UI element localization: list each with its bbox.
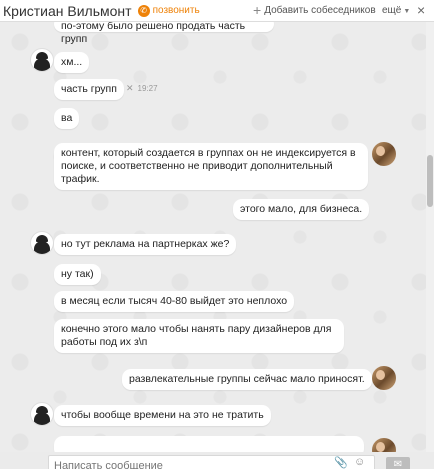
delete-icon[interactable]: ✕ bbox=[126, 83, 134, 94]
contact-name[interactable]: Кристиан Вильмонт bbox=[3, 3, 132, 19]
more-menu[interactable]: ещё ▼ bbox=[382, 5, 410, 16]
message: в месяц если тысяч 40-80 выйдет это непл… bbox=[54, 291, 295, 312]
message-list[interactable]: по-этому было решено продать часть групп… bbox=[0, 22, 426, 452]
add-participants-label: Добавить собеседников bbox=[264, 4, 376, 16]
chat-header: Кристиан Вильмонт ✆ позвонить + Добавить… bbox=[0, 0, 434, 22]
message: ва bbox=[54, 108, 80, 129]
avatar[interactable] bbox=[30, 231, 54, 255]
message-text: в месяц если тысяч 40-80 выйдет это непл… bbox=[61, 295, 288, 307]
message-text: развлекательные группы сейчас мало прино… bbox=[129, 373, 365, 385]
message: чтобы вообще времени на это не тратить bbox=[54, 405, 271, 426]
message-meta: ✕ 19:27 bbox=[126, 83, 158, 94]
message: по-этому было решено продать часть групп bbox=[54, 22, 274, 45]
message-text: хм... bbox=[61, 56, 83, 68]
call-label: позвонить bbox=[152, 5, 200, 16]
message-text: по-этому было решено продать часть групп bbox=[61, 22, 246, 45]
avatar[interactable] bbox=[372, 142, 396, 166]
avatar[interactable] bbox=[30, 402, 54, 426]
message: контент, который создается в группах он … bbox=[54, 143, 368, 190]
avatar[interactable] bbox=[372, 366, 396, 390]
call-button[interactable]: ✆ позвонить bbox=[137, 4, 200, 17]
message-time: 19:27 bbox=[137, 84, 158, 93]
message: часть групп bbox=[54, 79, 124, 100]
message-text: но тут реклама на партнерках же? bbox=[61, 238, 230, 250]
more-label: ещё bbox=[382, 5, 402, 16]
avatar[interactable] bbox=[372, 438, 396, 452]
plus-icon: + bbox=[253, 2, 262, 18]
scrollbar[interactable] bbox=[426, 22, 434, 452]
emoji-icon[interactable]: ☺ bbox=[354, 456, 365, 468]
message-text: конечно этого мало чтобы нанять пару диз… bbox=[61, 323, 332, 348]
message: ну так) bbox=[54, 264, 101, 285]
close-icon[interactable]: × bbox=[417, 2, 425, 18]
message-text: чтобы вообще времени на это не тратить bbox=[61, 409, 264, 421]
phone-icon: ✆ bbox=[137, 4, 150, 17]
attach-icon[interactable]: 📎 bbox=[334, 456, 348, 469]
message bbox=[54, 436, 364, 452]
avatar[interactable] bbox=[30, 48, 54, 72]
message: этого мало, для бизнеса. bbox=[233, 199, 370, 220]
message-text: ва bbox=[61, 112, 73, 124]
message-text: этого мало, для бизнеса. bbox=[240, 203, 363, 215]
message-text: ну так) bbox=[61, 268, 94, 280]
message: развлекательные группы сейчас мало прино… bbox=[122, 369, 372, 390]
chevron-down-icon: ▼ bbox=[403, 8, 411, 15]
scrollbar-thumb[interactable] bbox=[427, 155, 433, 207]
message-input[interactable] bbox=[48, 455, 375, 469]
message-text: контент, который создается в группах он … bbox=[61, 147, 356, 185]
message: но тут реклама на партнерках же? bbox=[54, 234, 237, 255]
message-text: часть групп bbox=[61, 83, 117, 95]
message: конечно этого мало чтобы нанять пару диз… bbox=[54, 319, 344, 353]
add-participants-button[interactable]: + Добавить собеседников bbox=[253, 2, 376, 18]
message: хм... bbox=[54, 52, 90, 73]
send-button[interactable]: ✉ bbox=[386, 457, 410, 469]
composer: 📎 ☺ ✉ bbox=[0, 452, 434, 469]
